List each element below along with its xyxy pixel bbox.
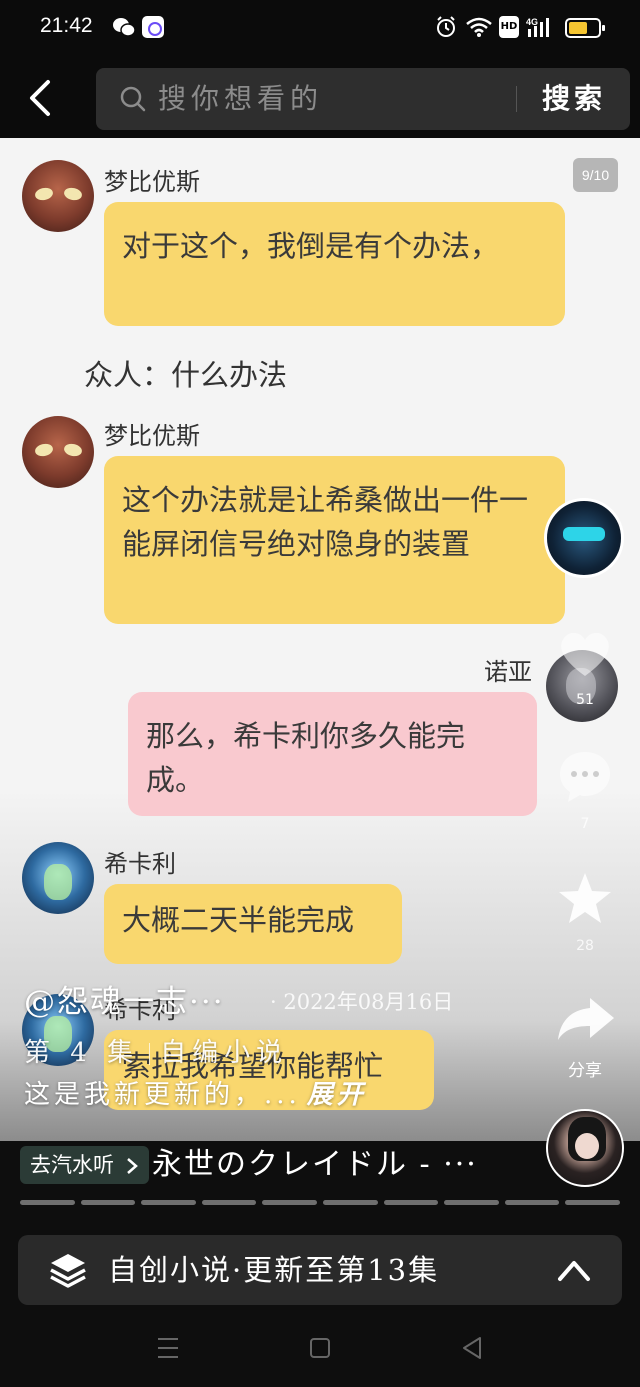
collection-tag: 自编小说 [160,1038,289,1068]
post-caption: 这是我新更新的，... 展开 [24,1074,367,1111]
speaker-name: 梦比优斯 [104,422,200,450]
caption-text: 这是我新更新的，... [24,1080,301,1110]
layers-icon [50,1254,86,1288]
music-bar: 去汽水听 永世のクレイドル - ··· [0,1109,640,1205]
speaker-name: 希卡利 [104,850,176,878]
page-indicator: 9/10 [573,158,618,192]
back-nav-icon[interactable] [460,1335,484,1361]
listen-in-app-label: 去汽水听 [30,1153,114,1177]
chat-bubble: 大概二天半能完成 [104,884,402,964]
svg-text:4G: 4G [526,17,538,27]
heart-icon[interactable] [556,628,614,680]
music-title[interactable]: 永世のクレイドル - ··· [152,1145,478,1185]
episode-line[interactable]: 第 4 集自编小说 [24,1032,288,1069]
speaker-name: 诺亚 [484,658,532,686]
post-date: · 2022年08月16日 [270,990,454,1014]
signal-icon: 4G [526,17,549,37]
wechat-icon [113,18,136,37]
hikari-avatar [22,842,94,914]
header: 搜你想看的 搜索 [0,56,640,138]
app-icon [142,16,164,38]
chat-bubble: 这个办法就是让希桑做出一件一能屏闭信号绝对隐身的装置 [104,456,565,624]
menu-nav-icon[interactable] [156,1335,180,1361]
chat-bubble: 对于这个，我倒是有个办法， [104,202,565,326]
search-divider [516,86,517,112]
wifi-icon [466,17,492,37]
search-icon [120,86,146,112]
bottom-area: 自创小说·更新至第13集 [0,1205,640,1387]
expand-link[interactable]: 展开 [307,1080,367,1110]
search-bar[interactable]: 搜你想看的 搜索 [96,68,630,130]
star-icon[interactable] [556,870,614,928]
battery-icon [565,18,605,38]
creator-avatar[interactable] [544,498,624,578]
narration-text: 众人：什么办法 [84,358,288,392]
status-time: 21:42 [40,14,93,37]
author-name[interactable]: @怨魂一志··· [24,976,225,1021]
chat-bubble: 那么，希卡利你多久能完成。 [128,692,537,816]
home-nav-icon[interactable] [308,1335,332,1361]
hd-icon: HD [499,16,519,38]
episode-divider [149,1043,151,1065]
comment-icon[interactable] [556,748,614,804]
share-icon[interactable] [556,994,616,1044]
chevron-up-icon[interactable] [556,1257,592,1283]
listen-in-app-button[interactable]: 去汽水听 [20,1146,149,1184]
music-disc[interactable] [546,1109,624,1187]
episode-label: 第 4 集 [24,1038,140,1068]
mebius-avatar [22,416,94,488]
search-input[interactable]: 搜你想看的 [158,68,323,130]
mebius-avatar [22,160,94,232]
chevron-right-icon [126,1158,138,1174]
collection-label: 自创小说·更新至第13集 [108,1253,440,1287]
collection-bar[interactable]: 自创小说·更新至第13集 [18,1235,622,1305]
back-icon[interactable] [22,78,62,118]
alarm-icon [437,16,455,37]
search-button[interactable]: 搜索 [542,68,606,130]
status-bar: 21:42 HD 4G [0,0,640,56]
speaker-name: 梦比优斯 [104,168,200,196]
